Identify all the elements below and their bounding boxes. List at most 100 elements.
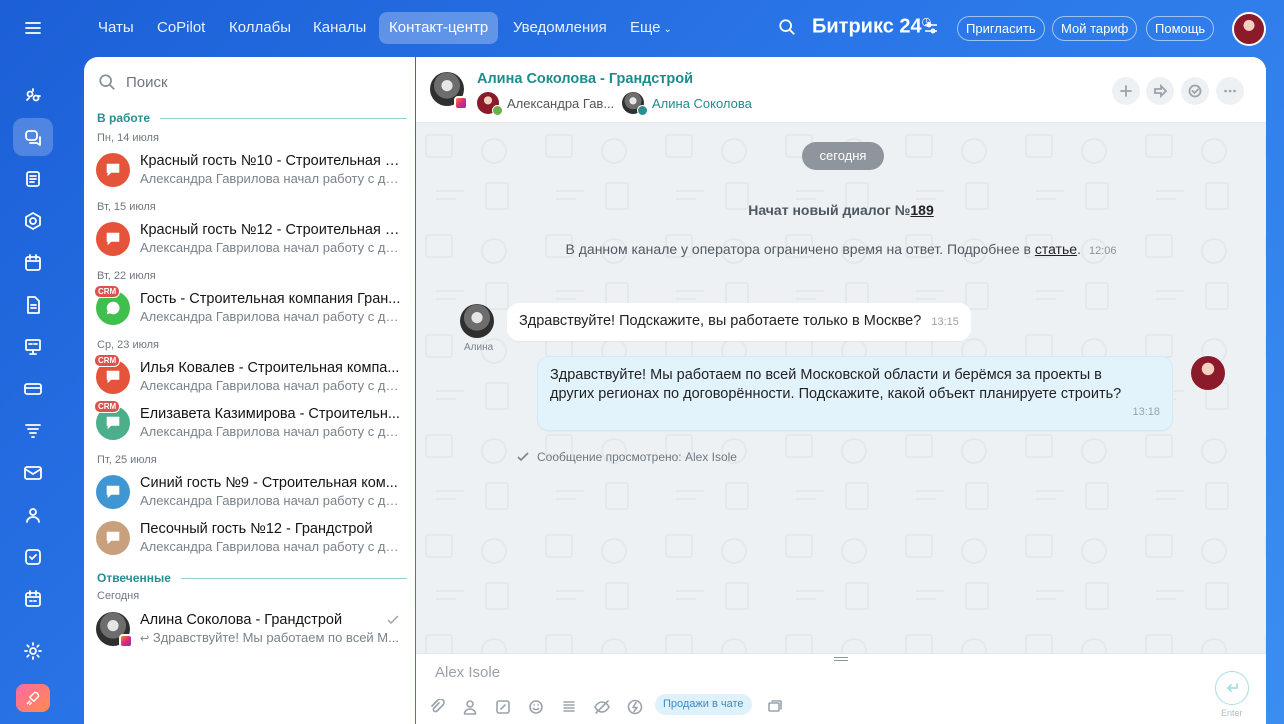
search-icon[interactable] — [778, 18, 798, 38]
help-button[interactable]: Помощь — [1146, 16, 1215, 41]
conversation-header: Алина Соколова - Грандстрой Александра Г… — [416, 57, 1266, 123]
reply-arrow-icon: ↩ — [140, 633, 150, 645]
plus-icon — [1120, 85, 1132, 97]
list-item[interactable]: CRM Илья Ковалев - Строительная компа...… — [84, 354, 415, 400]
tasks-icon[interactable] — [13, 538, 53, 576]
search-icon — [99, 74, 115, 90]
brand-number: 24 — [899, 15, 922, 38]
chat-avatar — [96, 222, 130, 256]
template-icon[interactable] — [561, 699, 579, 717]
finish-dialog-button[interactable] — [1181, 77, 1209, 105]
date-label: Вт, 22 июля — [97, 270, 156, 282]
message-text: Здравствуйте! Подскажите, вы работаете т… — [519, 313, 922, 329]
date-label: Пн, 14 июля — [97, 132, 159, 144]
list-item[interactable]: Синий гость №9 - Строительная ком... Але… — [84, 469, 415, 515]
message-author: Алина — [464, 342, 494, 353]
operator-avatar — [477, 92, 503, 116]
notice-dot: . — [1077, 241, 1081, 257]
operator-message-avatar[interactable] — [1191, 356, 1225, 390]
message-input[interactable]: Alex Isole — [435, 664, 500, 681]
invite-button[interactable]: Пригласить — [957, 16, 1045, 41]
card-icon[interactable] — [13, 370, 53, 408]
users-icon[interactable] — [13, 496, 53, 534]
crm-badge: CRM — [94, 285, 121, 298]
participant-client-name: Алина Соколова — [652, 95, 752, 111]
sliders-icon[interactable] — [924, 21, 938, 35]
schedule-icon[interactable] — [13, 580, 53, 618]
windows-icon[interactable] — [767, 699, 785, 717]
message-time: 13:15 — [931, 316, 959, 328]
nav-copilot[interactable]: CoPilot — [147, 12, 215, 44]
client-message-avatar[interactable] — [460, 304, 494, 338]
mail-icon[interactable] — [13, 454, 53, 492]
list-item[interactable]: Красный гость №12 - Строительная к... Ал… — [84, 216, 415, 262]
resize-handle[interactable] — [834, 657, 848, 661]
date-separator: сегодня — [802, 142, 884, 170]
edit-icon[interactable] — [495, 699, 513, 717]
message-time: 13:18 — [1132, 406, 1160, 418]
nav-channels[interactable]: Каналы — [303, 12, 376, 44]
nav-more[interactable]: Еще ⌄ — [620, 12, 682, 44]
chevron-down-icon: ⌄ — [663, 24, 672, 35]
chats-icon[interactable] — [13, 118, 53, 156]
add-button[interactable] — [1112, 77, 1140, 105]
my-tariff-button[interactable]: Мой тариф — [1052, 16, 1138, 41]
forward-arrow-icon — [1154, 84, 1167, 98]
calendar-icon[interactable] — [13, 244, 53, 282]
nav-notifications[interactable]: Уведомления — [503, 12, 617, 44]
more-dots-icon — [1224, 89, 1236, 93]
list-item[interactable]: Алина Соколова - Грандстрой ↩ Здравствуй… — [84, 606, 415, 652]
lightning-icon[interactable] — [627, 699, 645, 717]
article-link[interactable]: статье — [1035, 241, 1077, 257]
search-input[interactable]: Поиск — [126, 74, 168, 91]
presentation-icon[interactable] — [13, 328, 53, 366]
conversation-title[interactable]: Алина Соколова - Грандстрой — [477, 71, 693, 87]
incoming-message[interactable]: Здравствуйте! Подскажите, вы работаете т… — [507, 303, 971, 341]
chat-preview: Александра Гаврилова начал работу с ди..… — [140, 171, 402, 186]
feed-icon[interactable] — [13, 160, 53, 198]
participant-client[interactable]: Алина Соколова — [622, 91, 752, 116]
chat-preview-text: Здравствуйте! Мы работаем по всей М... — [152, 630, 399, 645]
enter-hint: Enter — [1221, 708, 1243, 718]
notice-text: В данном канале у оператора ограничено в… — [565, 241, 1035, 257]
chat-title: Алина Соколова - Грандстрой — [140, 612, 343, 628]
attach-icon[interactable] — [429, 698, 447, 717]
dialog-number-link[interactable]: 189 — [910, 202, 933, 218]
whatsapp-icon — [106, 301, 120, 315]
user-icon[interactable] — [462, 699, 480, 717]
hexagon-icon[interactable] — [13, 202, 53, 240]
list-item[interactable]: CRM Елизавета Казимирова - Строительн...… — [84, 400, 415, 446]
nav-contact-center[interactable]: Контакт-центр — [379, 12, 499, 44]
chat-bubble-icon — [106, 163, 120, 177]
send-button[interactable] — [1215, 671, 1249, 705]
date-label: Вт, 15 июля — [97, 201, 156, 213]
date-label: Пт, 25 июля — [97, 454, 157, 466]
transfer-button[interactable] — [1146, 77, 1174, 105]
list-item[interactable]: Красный гость №10 - Строительная к... Ал… — [84, 147, 415, 193]
filter-icon[interactable] — [13, 412, 53, 450]
date-label: Сегодня — [97, 590, 140, 602]
document-icon[interactable] — [13, 286, 53, 324]
user-avatar[interactable] — [1232, 12, 1266, 46]
chat-title: Синий гость №9 - Строительная ком... — [140, 475, 398, 491]
hide-icon[interactable] — [594, 699, 612, 717]
participant-operator[interactable]: Александра Гав... — [477, 91, 614, 116]
sales-in-chat-button[interactable]: Продажи в чате — [655, 694, 752, 715]
search-field[interactable]: Поиск — [98, 73, 168, 91]
chat-bubble-icon — [106, 531, 120, 545]
more-button[interactable] — [1216, 77, 1244, 105]
nav-chats[interactable]: Чаты — [88, 12, 144, 44]
list-item[interactable]: Песочный гость №12 - Грандстрой Александ… — [84, 515, 415, 561]
settings-icon[interactable] — [13, 632, 53, 670]
chat-title: Красный гость №12 - Строительная к... — [140, 222, 402, 238]
menu-icon[interactable] — [13, 9, 53, 47]
list-item[interactable]: CRM Гость - Строительная компания Гран..… — [84, 285, 415, 331]
chat-preview: Александра Гаврилова начал работу с ди..… — [140, 493, 402, 508]
nav-collabs[interactable]: Коллабы — [219, 12, 301, 44]
rocket-icon[interactable] — [16, 684, 50, 712]
outgoing-message[interactable]: Здравствуйте! Мы работаем по всей Москов… — [537, 356, 1173, 431]
chat-avatar — [96, 475, 130, 509]
copilot-icon[interactable] — [13, 77, 53, 115]
smile-icon[interactable] — [528, 699, 546, 717]
message-text: Здравствуйте! Мы работаем по всей Москов… — [550, 367, 1122, 402]
